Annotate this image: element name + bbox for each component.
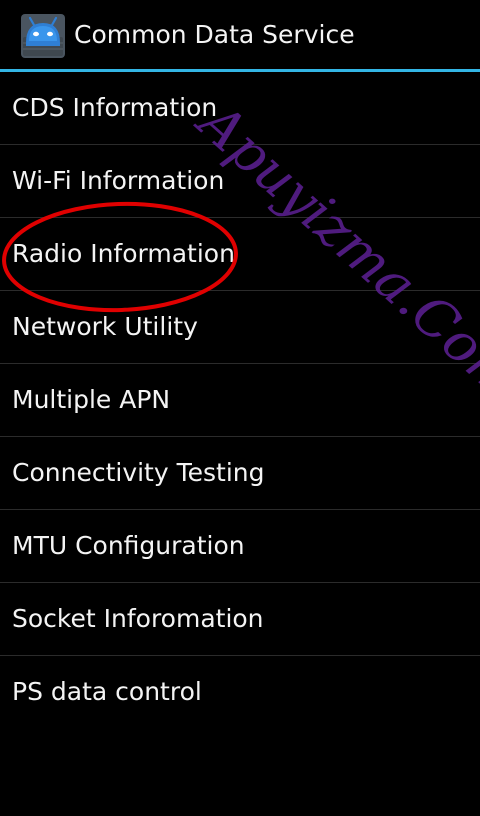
menu-item-multiple-apn[interactable]: Multiple APN <box>0 364 480 437</box>
menu-item-radio-information[interactable]: Radio Information <box>0 218 480 291</box>
menu-item-label: Wi-Fi Information <box>12 166 225 195</box>
menu-item-label: PS data control <box>12 677 202 706</box>
menu-item-label: CDS Information <box>12 93 218 122</box>
android-robot-icon[interactable] <box>20 13 66 59</box>
menu-item-ps-data-control[interactable]: PS data control <box>0 656 480 728</box>
menu-item-mtu-configuration[interactable]: MTU Configuration <box>0 510 480 583</box>
menu-item-label: Connectivity Testing <box>12 458 265 487</box>
menu-item-label: Network Utility <box>12 312 198 341</box>
app-title: Common Data Service <box>74 20 355 49</box>
menu-item-socket-information[interactable]: Socket Inforomation <box>0 583 480 656</box>
menu-list: CDS Information Wi-Fi Information Radio … <box>0 72 480 728</box>
menu-item-label: Socket Inforomation <box>12 604 264 633</box>
menu-item-network-utility[interactable]: Network Utility <box>0 291 480 364</box>
menu-item-label: Multiple APN <box>12 385 171 414</box>
menu-item-label: MTU Configuration <box>12 531 245 560</box>
menu-item-cds-information[interactable]: CDS Information <box>0 72 480 145</box>
menu-item-label: Radio Information <box>12 239 235 268</box>
menu-item-wifi-information[interactable]: Wi-Fi Information <box>0 145 480 218</box>
menu-item-connectivity-testing[interactable]: Connectivity Testing <box>0 437 480 510</box>
action-bar: Common Data Service <box>0 0 480 70</box>
